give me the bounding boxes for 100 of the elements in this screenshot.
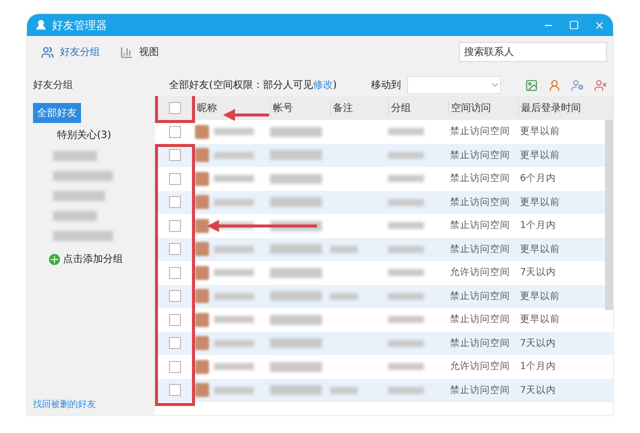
column-header[interactable]: 帐号 (270, 101, 293, 115)
toolbar-tab[interactable]: 好友分组 (39, 43, 102, 61)
blurred-nickname (214, 363, 254, 370)
window-title: 好友管理器 (52, 18, 108, 32)
last-login-cell-text: 6个月内 (519, 172, 558, 186)
list-title: 全部好友(空间权限：部分人可见 (169, 78, 313, 92)
blurred-nickname (214, 175, 254, 182)
add-group-link[interactable]: 点击添加分组 (49, 252, 123, 266)
column-header[interactable]: 备注 (330, 101, 353, 115)
blurred-nickname (214, 152, 254, 159)
avatar-placeholder (195, 383, 209, 398)
person-icon[interactable] (548, 78, 561, 92)
blurred-nickname (214, 340, 254, 347)
blurred-account (270, 362, 322, 372)
last-login-cell-text: 更早以前 (519, 196, 561, 209)
column-header[interactable]: 分组 (388, 101, 411, 115)
blurred-group-name (53, 191, 105, 201)
last-login-cell-text: 1个月内 (519, 360, 558, 374)
access-cell-text: 允许访问空间 (449, 266, 511, 280)
row-checkbox[interactable] (169, 126, 181, 138)
blurred-group (388, 386, 424, 394)
blurred-group-name (53, 171, 113, 181)
avatar-placeholder (195, 195, 209, 210)
last-login-cell-text: 1个月内 (519, 219, 558, 232)
row-checkbox[interactable] (169, 149, 181, 162)
app-logo-icon (35, 19, 47, 31)
access-cell-text: 禁止访问空间 (449, 219, 511, 232)
blurred-nickname (214, 316, 254, 324)
row-checkbox[interactable] (169, 290, 181, 302)
blurred-group (388, 316, 424, 324)
blurred-account (270, 150, 322, 160)
blurred-group (388, 246, 424, 253)
scrollbar[interactable] (605, 120, 613, 310)
blurred-account (270, 197, 322, 208)
avatar-placeholder (195, 336, 209, 350)
blurred-group (388, 222, 424, 230)
row-checkbox[interactable] (169, 243, 181, 256)
last-login-cell-text: 更早以前 (519, 242, 561, 256)
blurred-account (270, 174, 322, 184)
person-settings-icon[interactable] (571, 78, 584, 92)
last-login-cell-text: 更早以前 (519, 148, 561, 162)
maximize-icon[interactable] (569, 20, 579, 30)
blurred-account (270, 244, 322, 254)
search-field[interactable]: 搜索联系人 (459, 42, 607, 62)
sidebar-heading: 好友分组 (33, 79, 74, 93)
access-cell-text: 禁止访问空间 (449, 242, 511, 256)
last-login-cell-text: 7天以内 (519, 384, 558, 397)
blurred-account (270, 314, 322, 325)
row-checkbox[interactable] (169, 172, 181, 185)
row-checkbox[interactable] (169, 384, 181, 396)
access-cell-text: 禁止访问空间 (449, 290, 511, 303)
row-checkbox[interactable] (169, 196, 181, 208)
last-login-cell-text: 7天以内 (519, 266, 558, 280)
avatar-placeholder (195, 148, 209, 162)
avatar-placeholder (195, 289, 209, 304)
access-cell-text: 禁止访问空间 (449, 196, 511, 209)
group-item[interactable]: 全部好友 (33, 103, 81, 123)
select-all-checkbox[interactable] (169, 102, 181, 114)
last-login-cell-text: 更早以前 (519, 313, 561, 326)
toolbar-tab[interactable]: 视图 (118, 43, 161, 61)
access-cell-text: 禁止访问空间 (449, 313, 511, 326)
blurred-group-name (53, 211, 97, 221)
bar-chart-icon (120, 46, 133, 58)
access-cell-text: 禁止访问空间 (449, 125, 511, 138)
close-icon[interactable] (594, 20, 605, 30)
row-checkbox[interactable] (169, 314, 181, 326)
avatar-placeholder (195, 312, 209, 327)
blurred-nickname (214, 292, 254, 300)
blurred-group (388, 363, 424, 370)
avatar-placeholder (195, 172, 209, 186)
blurred-group (388, 269, 424, 276)
remove-person-icon[interactable] (594, 78, 607, 92)
blurred-nickname (214, 198, 254, 206)
avatar-placeholder (195, 266, 209, 280)
move-to-dropdown[interactable] (407, 76, 501, 94)
blurred-group-name (53, 151, 97, 161)
row-checkbox[interactable] (169, 337, 181, 350)
row-checkbox[interactable] (169, 360, 181, 373)
move-to-label: 移动到 (371, 79, 401, 92)
access-cell-text: 禁止访问空间 (449, 172, 511, 186)
blurred-account (270, 126, 322, 137)
blurred-nickname (214, 246, 254, 253)
group-item[interactable]: 特别关心(3) (53, 125, 116, 145)
avatar-placeholder (195, 218, 209, 233)
row-checkbox[interactable] (169, 220, 181, 232)
column-header[interactable]: 空间访问 (448, 101, 491, 115)
highlight-box (155, 96, 195, 123)
last-login-cell-text: 7天以内 (519, 336, 558, 350)
annotation-arrow (223, 109, 269, 121)
blurred-account (270, 268, 322, 278)
access-cell-text: 禁止访问空间 (449, 148, 511, 162)
row-checkbox[interactable] (169, 266, 181, 279)
avatar-placeholder (195, 360, 209, 374)
picture-icon[interactable] (525, 78, 538, 92)
list-title-end: ) (332, 80, 337, 90)
blurred-account (270, 338, 322, 348)
access-cell-text: 禁止访问空间 (449, 336, 511, 350)
column-header[interactable]: 最后登录时间 (518, 101, 581, 115)
column-header[interactable]: 昵称 (195, 101, 217, 115)
plus-icon (49, 254, 60, 264)
